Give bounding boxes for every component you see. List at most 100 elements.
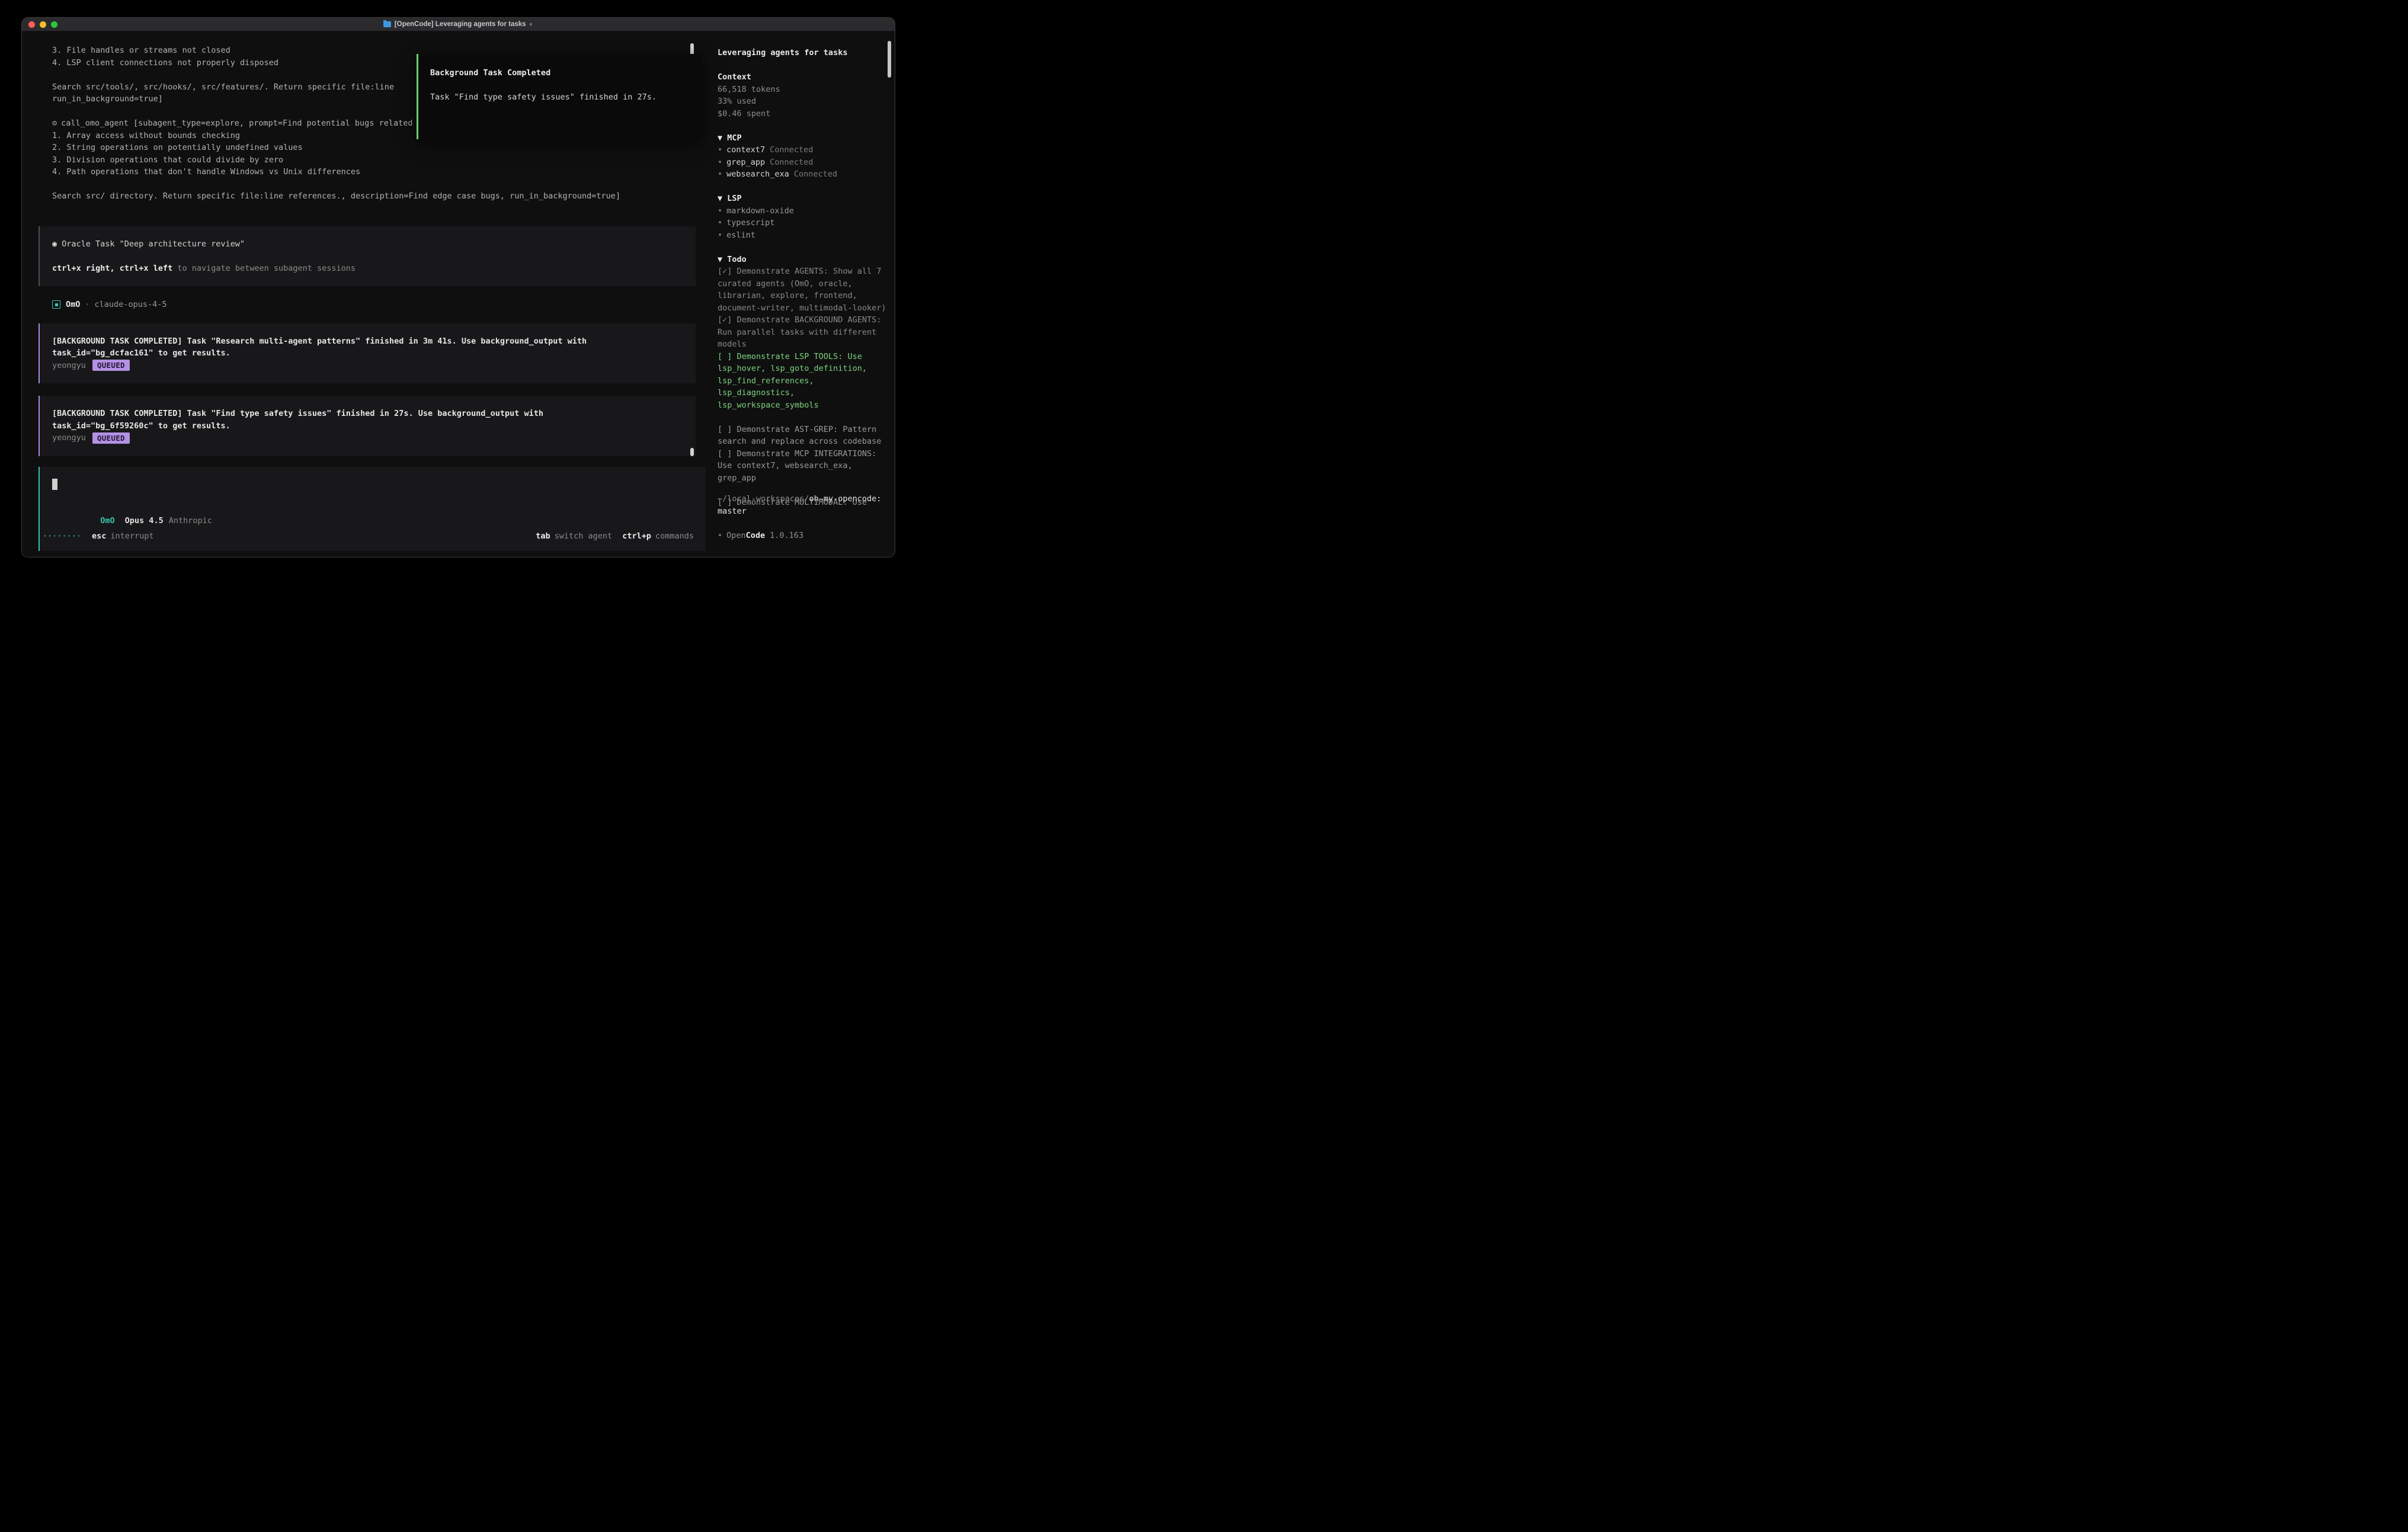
lsp-item: • typescript xyxy=(718,217,886,229)
oracle-task-title: Oracle Task "Deep architecture review" xyxy=(62,239,245,249)
key-tab: tab xyxy=(536,531,550,541)
mcp-status: Connected xyxy=(794,169,837,179)
status-badge: QUEUED xyxy=(92,432,130,444)
message-panel: [BACKGROUND TASK COMPLETED] Task "Find t… xyxy=(39,396,696,456)
oracle-hint-line: ctrl+x right, ctrl+x left to navigate be… xyxy=(52,262,683,275)
message-text: task_id="bg_6f59260c" to get results. xyxy=(52,420,683,432)
agent-model: claude-opus-4-5 xyxy=(95,300,167,309)
status-badge: QUEUED xyxy=(92,360,130,371)
todo-item-done: [✓] Demonstrate AGENTS: Show all 7 curat… xyxy=(718,265,886,314)
todo-item-pending: [ ] Demonstrate MCP INTEGRATIONS: Use co… xyxy=(718,448,886,485)
window-title: [OpenCode] Leveraging agents for tasks xyxy=(395,21,526,28)
minimize-button[interactable] xyxy=(40,21,46,28)
key-tab-label: switch agent xyxy=(555,531,613,541)
folder-icon xyxy=(383,21,391,27)
key-esc-label: interrupt xyxy=(110,531,153,541)
mcp-name: grep_app xyxy=(726,158,765,167)
app-name-dim: Open xyxy=(726,531,746,540)
hint-keys: ctrl+x right, ctrl+x left xyxy=(52,264,172,273)
todo-section-heading: ▼ Todo xyxy=(718,254,886,266)
git-branch: master xyxy=(718,507,747,516)
message-text: [BACKGROUND TASK COMPLETED] Task "Resear… xyxy=(52,335,683,348)
input-agent-name: OmO xyxy=(100,516,114,525)
status-bar-right: tab switch agent ctrl+p commands xyxy=(536,530,694,542)
bullet-icon: • xyxy=(718,206,722,216)
tool-call-line: 3. Division operations that could divide… xyxy=(39,154,696,166)
close-button[interactable] xyxy=(28,21,35,28)
input-provider-name: Anthropic xyxy=(169,516,212,525)
workspace-path: ~/local-workspaces/oh-my-opencode: maste… xyxy=(718,493,886,517)
mcp-name: websearch_exa xyxy=(726,169,789,179)
opencode-window: [OpenCode] Leveraging agents for tasks ◐… xyxy=(22,18,895,557)
agent-header: OmO · claude-opus-4-5 xyxy=(39,299,696,311)
bullet-icon: • xyxy=(718,218,722,227)
message-meta: yeongyu QUEUED xyxy=(52,432,683,444)
context-spent: $0.46 spent xyxy=(718,108,886,120)
bullet-icon: • xyxy=(718,158,722,167)
keyhint-interrupt: escinterrupt xyxy=(92,530,154,542)
context-used: 33% used xyxy=(718,95,886,108)
message-text: [BACKGROUND TASK COMPLETED] Task "Find t… xyxy=(52,408,683,420)
mcp-name: context7 xyxy=(726,145,765,155)
background-task-toast: Background Task Completed Task "Find typ… xyxy=(417,54,702,139)
toast-body: Task "Find type safety issues" finished … xyxy=(430,91,690,104)
version-number: 1.0.163 xyxy=(770,531,803,540)
key-ctrlp-label: commands xyxy=(655,531,694,541)
tool-call-line: 4. Path operations that don't handle Win… xyxy=(39,166,696,178)
spinner-dots: ········ xyxy=(43,530,81,542)
key-ctrlp: ctrl+p xyxy=(622,531,651,541)
traffic-lights xyxy=(28,21,57,28)
session-title: Leveraging agents for tasks xyxy=(718,47,886,59)
keyhint-switch-agent: tab switch agent xyxy=(536,530,612,542)
oracle-task-panel: ◉Oracle Task "Deep architecture review" … xyxy=(39,226,696,287)
bullet-icon: • xyxy=(718,230,722,240)
message-meta: yeongyu QUEUED xyxy=(52,360,683,372)
oracle-task-icon: ◉ xyxy=(52,239,57,249)
status-bar: ········ escinterrupt tab switch agent ct… xyxy=(43,530,694,542)
mcp-item: • context7 Connected xyxy=(718,144,886,156)
lsp-section-heading: ▼ LSP xyxy=(718,193,886,205)
lsp-name: eslint xyxy=(726,230,755,240)
bullet-icon: • xyxy=(718,531,722,540)
mcp-item: • grep_app Connected xyxy=(718,156,886,169)
separator-dot: · xyxy=(85,300,89,309)
hint-text: to navigate between subagent sessions xyxy=(172,264,356,273)
toast-title: Background Task Completed xyxy=(430,67,690,79)
caret-line[interactable] xyxy=(52,479,693,491)
workspace-path-dim: ~/local-workspaces/ xyxy=(718,494,809,504)
todo-item-done: [✓] Demonstrate BACKGROUND AGENTS: Run p… xyxy=(718,314,886,351)
input-model-name: Opus 4.5 xyxy=(125,516,164,525)
mcp-status: Connected xyxy=(770,158,813,167)
bullet-icon: • xyxy=(718,169,722,179)
app-version: • OpenCode 1.0.163 xyxy=(718,530,803,542)
tool-call-line xyxy=(39,178,696,191)
context-heading: Context xyxy=(718,71,886,84)
sidebar-scrollbar-thumb[interactable] xyxy=(888,41,891,78)
app-name-bold: Code xyxy=(746,531,766,540)
session-sidebar: Leveraging agents for tasks Context 66,5… xyxy=(696,31,895,557)
context-tokens: 66,518 tokens xyxy=(718,84,886,96)
lsp-item: •markdown-oxide xyxy=(718,205,886,217)
gear-icon: ⚙ xyxy=(52,118,57,128)
mcp-item: • websearch_exa Connected xyxy=(718,168,886,181)
tool-call-line: 2. String operations on potentially unde… xyxy=(39,142,696,154)
message-panel: [BACKGROUND TASK COMPLETED] Task "Resear… xyxy=(39,323,696,384)
text-cursor xyxy=(52,479,57,490)
conversation-pane: 3. File handles or streams not closed 4.… xyxy=(22,31,696,557)
todo-item-pending: [ ] Demonstrate AST-GREP: Pattern search… xyxy=(718,424,886,448)
lsp-name: typescript xyxy=(726,218,774,227)
workspace-path-main: oh-my-opencode: xyxy=(809,494,881,504)
tool-call-line: Search src/ directory. Return specific f… xyxy=(39,190,696,203)
main-scrollbar-thumb[interactable] xyxy=(690,448,694,456)
lsp-item: • eslint xyxy=(718,229,886,242)
bullet-icon: • xyxy=(718,145,722,155)
window-title-group: [OpenCode] Leveraging agents for tasks ◐ xyxy=(22,21,895,28)
mcp-section-heading: ▼ MCP xyxy=(718,132,886,145)
window-content: 3. File handles or streams not closed 4.… xyxy=(22,31,895,557)
oracle-task-title-line: ◉ Oracle Task "Deep architecture review" xyxy=(52,238,683,251)
todo-item-active: [ ] Demonstrate LSP TOOLS: Use lsp_hover… xyxy=(718,351,886,412)
zoom-button[interactable] xyxy=(51,21,57,28)
mcp-status: Connected xyxy=(770,145,813,155)
keyhint-commands: ctrl+p commands xyxy=(622,530,694,542)
message-text: task_id="bg_dcfac161" to get results. xyxy=(52,347,683,360)
